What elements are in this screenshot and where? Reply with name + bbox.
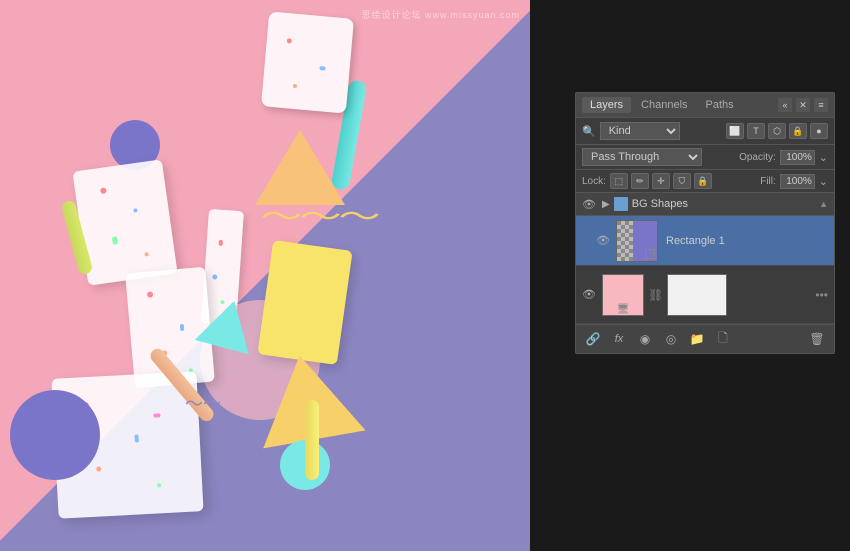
lock-paint-button[interactable]: ✏ [631, 173, 649, 189]
panel-toolbar: 🔗 fx ◉ ◎ 📁 🗋 🗑 [576, 324, 834, 353]
panel-controls: « ✕ ≡ [778, 98, 828, 112]
filter-type-button[interactable]: ⬡ [768, 123, 786, 139]
canvas-area: 思绘设计论坛 www.missyuan.com ～～～ [0, 0, 530, 551]
visibility-toggle-bg[interactable]: 👁 [582, 288, 598, 301]
opacity-expand-button[interactable]: ⌄ [819, 151, 828, 164]
layer-thumbnail-rect1 [616, 220, 658, 262]
fill-label: Fill: [760, 176, 776, 187]
lock-all-button[interactable]: 🔒 [694, 173, 712, 189]
layers-panel: Layers Channels Paths « ✕ ≡ 🔍 Kind ⬜ T ⬡… [575, 92, 835, 354]
layer-group-name: BG Shapes [632, 198, 815, 210]
layers-list: 👁 ▶ BG Shapes ▲ 👁 Rectangle 1 👁 🖥 ⛓ [576, 193, 834, 324]
collapse-panel-button[interactable]: « [778, 98, 792, 112]
tab-paths[interactable]: Paths [698, 97, 742, 113]
panel-titlebar: Layers Channels Paths « ✕ ≡ [576, 93, 834, 118]
filter-shape-button[interactable]: 🔒 [789, 123, 807, 139]
watermark: 思绘设计论坛 www.missyuan.com [361, 8, 520, 21]
fill-value[interactable]: 100% [780, 174, 815, 189]
letter-s [261, 11, 354, 113]
layer-group-bg-shapes[interactable]: 👁 ▶ BG Shapes ▲ [576, 193, 834, 216]
search-icon: 🔍 [582, 125, 596, 138]
layer-options-button[interactable]: ••• [815, 288, 828, 302]
filter-smartobj-button[interactable]: ● [810, 123, 828, 139]
lock-transparent-button[interactable]: ⬚ [610, 173, 628, 189]
layer-item-name-rect1: Rectangle 1 [662, 235, 828, 247]
purple-wave: 〜〜 [185, 390, 221, 416]
fx-button[interactable]: fx [608, 329, 630, 349]
delete-layer-button[interactable]: 🗑 [806, 329, 828, 349]
tab-layers[interactable]: Layers [582, 97, 631, 113]
blend-mode-select[interactable]: Pass Through [582, 148, 702, 166]
kind-select[interactable]: Kind [600, 122, 680, 140]
letter-y [257, 240, 352, 365]
orange-triangle [255, 130, 345, 205]
layer-thumbnail-bg: 🖥 [602, 274, 644, 316]
lock-row: Lock: ⬚ ✏ ✛ ⛉ 🔒 Fill: 100% ⌄ [576, 170, 834, 193]
scroll-indicator: ▲ [819, 199, 828, 209]
monitor-icon: 🖥 [617, 304, 630, 315]
yellow-rod [305, 400, 319, 480]
filter-pixel-button[interactable]: ⬜ [726, 123, 744, 139]
opacity-value[interactable]: 100% [780, 150, 815, 165]
close-panel-button[interactable]: ✕ [796, 98, 810, 112]
layer-item-rectangle-1[interactable]: 👁 Rectangle 1 [576, 216, 834, 266]
layer-mask-thumbnail [667, 274, 727, 316]
wave-yellow: ～～～ [260, 195, 377, 235]
purple-circle-bottom [10, 390, 100, 480]
fill-expand-button[interactable]: ⌄ [819, 175, 828, 188]
new-group-button[interactable]: 📁 [686, 329, 708, 349]
opacity-label: Opacity: [739, 152, 776, 163]
new-adjustment-button[interactable]: ◎ [660, 329, 682, 349]
filter-adjust-button[interactable]: T [747, 123, 765, 139]
filter-icons: ⬜ T ⬡ 🔒 ● [726, 123, 828, 139]
lock-position-button[interactable]: ✛ [652, 173, 670, 189]
layer-item-bg[interactable]: 👁 🖥 ⛓ ••• [576, 266, 834, 324]
visibility-toggle-rect1[interactable]: 👁 [596, 234, 612, 247]
panel-menu-button[interactable]: ≡ [814, 98, 828, 112]
visibility-toggle-bg-shapes[interactable]: 👁 [582, 198, 598, 211]
resize-handle-icon [645, 249, 655, 259]
link-layers-button[interactable]: 🔗 [582, 329, 604, 349]
lock-icons: ⬚ ✏ ✛ ⛉ 🔒 [610, 173, 712, 189]
blend-row: Pass Through Opacity: 100% ⌄ [576, 145, 834, 170]
panel-tabs: Layers Channels Paths [582, 97, 742, 113]
layer-color-tag [614, 197, 628, 211]
expand-group-icon[interactable]: ▶ [602, 199, 610, 210]
filter-row: 🔍 Kind ⬜ T ⬡ 🔒 ● [576, 118, 834, 145]
new-layer-button[interactable]: 🗋 [712, 329, 734, 349]
chain-link-icon: ⛓ [648, 288, 663, 302]
add-mask-button[interactable]: ◉ [634, 329, 656, 349]
tab-channels[interactable]: Channels [633, 97, 695, 113]
lock-label: Lock: [582, 176, 606, 187]
lock-artboard-button[interactable]: ⛉ [673, 173, 691, 189]
